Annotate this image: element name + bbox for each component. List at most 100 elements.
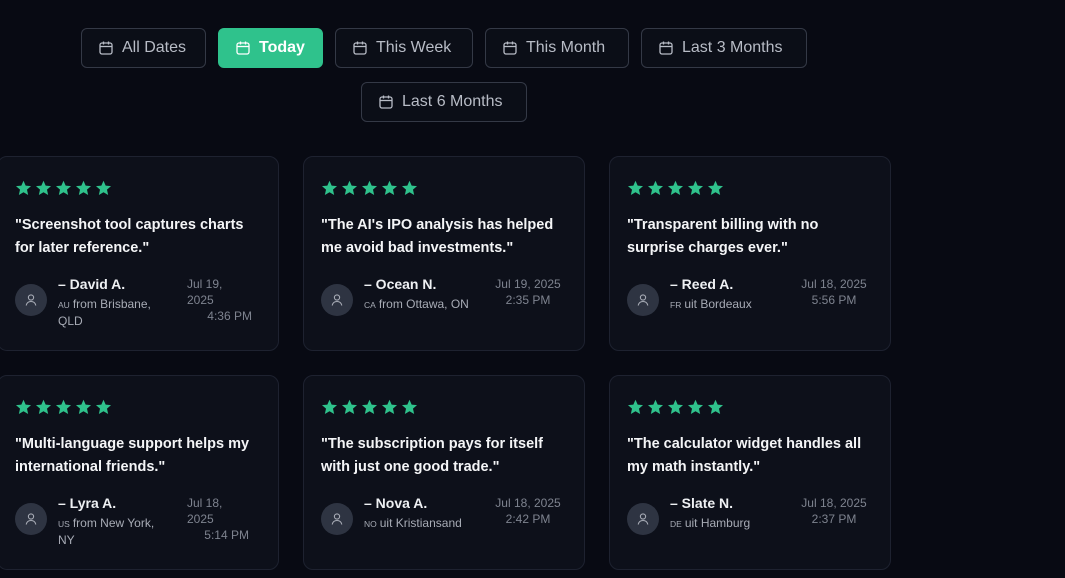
star-icon — [627, 399, 644, 414]
star-icon — [401, 180, 418, 195]
reviewer-location: NO uit Kristiansand — [364, 515, 489, 532]
reviewer-location: FR uit Bordeaux — [670, 296, 795, 313]
star-rating — [627, 180, 724, 196]
review-timestamp: Jul 18, 2025 5:14 PM — [187, 495, 249, 543]
star-icon — [707, 180, 724, 195]
review-card: "The AI's IPO analysis has helped me avo… — [303, 156, 585, 351]
star-icon — [687, 180, 704, 195]
star-icon — [381, 399, 398, 414]
star-icon — [361, 180, 378, 195]
review-quote: "Multi-language support helps my interna… — [15, 436, 250, 475]
review-time: 2:37 PM — [811, 512, 857, 526]
review-date: Jul 18, 2025 — [187, 496, 223, 526]
review-quote: "The AI's IPO analysis has helped me avo… — [321, 217, 554, 256]
star-icon — [381, 180, 398, 195]
filter-this-week-button[interactable]: This Week — [335, 28, 473, 68]
star-icon — [75, 180, 92, 195]
location-text: uit Kristiansand — [379, 516, 462, 530]
star-icon — [361, 399, 378, 414]
user-icon — [331, 513, 343, 525]
reviewer-location: CA from Ottawa, ON — [364, 296, 489, 313]
star-rating — [627, 399, 724, 415]
star-rating — [15, 180, 112, 196]
review-quote: "The calculator widget handles all my ma… — [627, 436, 862, 475]
reviewer-name: – David A. — [58, 276, 126, 292]
filter-this-month-button[interactable]: This Month — [485, 28, 629, 68]
reviewer-name: – Lyra A. — [58, 495, 117, 511]
review-card: "Multi-language support helps my interna… — [0, 375, 279, 570]
star-rating — [321, 399, 418, 415]
filter-label: Today — [259, 39, 305, 56]
star-icon — [321, 399, 338, 414]
user-icon — [25, 294, 37, 306]
review-time: 5:14 PM — [204, 528, 249, 542]
filter-last-6-months-button[interactable]: Last 6 Months — [361, 82, 527, 122]
country-code: US — [58, 519, 70, 529]
star-icon — [647, 180, 664, 195]
user-icon — [637, 294, 649, 306]
review-date: Jul 18, 2025 — [801, 277, 867, 291]
location-text: from New York, NY — [58, 516, 155, 547]
calendar-icon — [503, 41, 517, 55]
review-quote: "Transparent billing with no surprise ch… — [627, 217, 819, 256]
star-icon — [341, 180, 358, 195]
avatar — [321, 284, 353, 316]
review-card: "Screenshot tool captures charts for lat… — [0, 156, 279, 351]
star-icon — [627, 180, 644, 195]
star-icon — [35, 399, 52, 414]
review-time: 4:36 PM — [207, 309, 252, 323]
reviewer-location: US from New York, NY — [58, 515, 168, 548]
filter-all-dates-button[interactable]: All Dates — [81, 28, 206, 68]
review-quote: "The subscription pays for itself with j… — [321, 436, 543, 475]
user-icon — [331, 294, 343, 306]
country-code: NO — [364, 519, 377, 529]
star-icon — [95, 180, 112, 195]
star-icon — [75, 399, 92, 414]
star-icon — [55, 180, 72, 195]
star-icon — [15, 399, 32, 414]
star-icon — [707, 399, 724, 414]
star-icon — [15, 180, 32, 195]
review-timestamp: Jul 18, 2025 2:37 PM — [799, 495, 869, 527]
user-icon — [637, 513, 649, 525]
reviewer-name: – Ocean N. — [364, 276, 437, 292]
country-code: AU — [58, 300, 70, 310]
star-icon — [55, 399, 72, 414]
location-text: uit Hamburg — [684, 516, 751, 530]
location-text: from Ottawa, ON — [378, 297, 469, 311]
review-date: Jul 19, 2025 — [495, 277, 561, 291]
review-timestamp: Jul 19, 2025 2:35 PM — [493, 276, 563, 308]
star-icon — [35, 180, 52, 195]
reviewer-name: – Nova A. — [364, 495, 428, 511]
review-time: 2:35 PM — [505, 293, 551, 307]
star-rating — [321, 180, 418, 196]
filter-label: This Week — [376, 39, 452, 56]
star-icon — [667, 180, 684, 195]
reviewer-name: – Slate N. — [670, 495, 734, 511]
calendar-icon — [99, 41, 113, 55]
star-icon — [95, 399, 112, 414]
star-icon — [687, 399, 704, 414]
star-icon — [321, 180, 338, 195]
filter-today-button[interactable]: Today — [218, 28, 323, 68]
filter-last-3-months-button[interactable]: Last 3 Months — [641, 28, 807, 68]
calendar-icon — [236, 41, 250, 55]
star-icon — [341, 399, 358, 414]
date-filter-bar: All Dates Today This Week This Month Las… — [0, 0, 1065, 140]
review-time: 2:42 PM — [505, 512, 551, 526]
calendar-icon — [353, 41, 367, 55]
star-icon — [667, 399, 684, 414]
filter-label: Last 3 Months — [682, 39, 783, 56]
star-icon — [401, 399, 418, 414]
star-icon — [647, 399, 664, 414]
review-timestamp: Jul 18, 2025 2:42 PM — [493, 495, 563, 527]
review-card: "The calculator widget handles all my ma… — [609, 375, 891, 570]
avatar — [15, 503, 47, 535]
review-date: Jul 19, 2025 — [187, 277, 223, 307]
star-rating — [15, 399, 112, 415]
avatar — [627, 284, 659, 316]
location-text: from Brisbane, QLD — [58, 297, 151, 328]
user-icon — [25, 513, 37, 525]
calendar-icon — [659, 41, 673, 55]
country-code: CA — [364, 300, 376, 310]
